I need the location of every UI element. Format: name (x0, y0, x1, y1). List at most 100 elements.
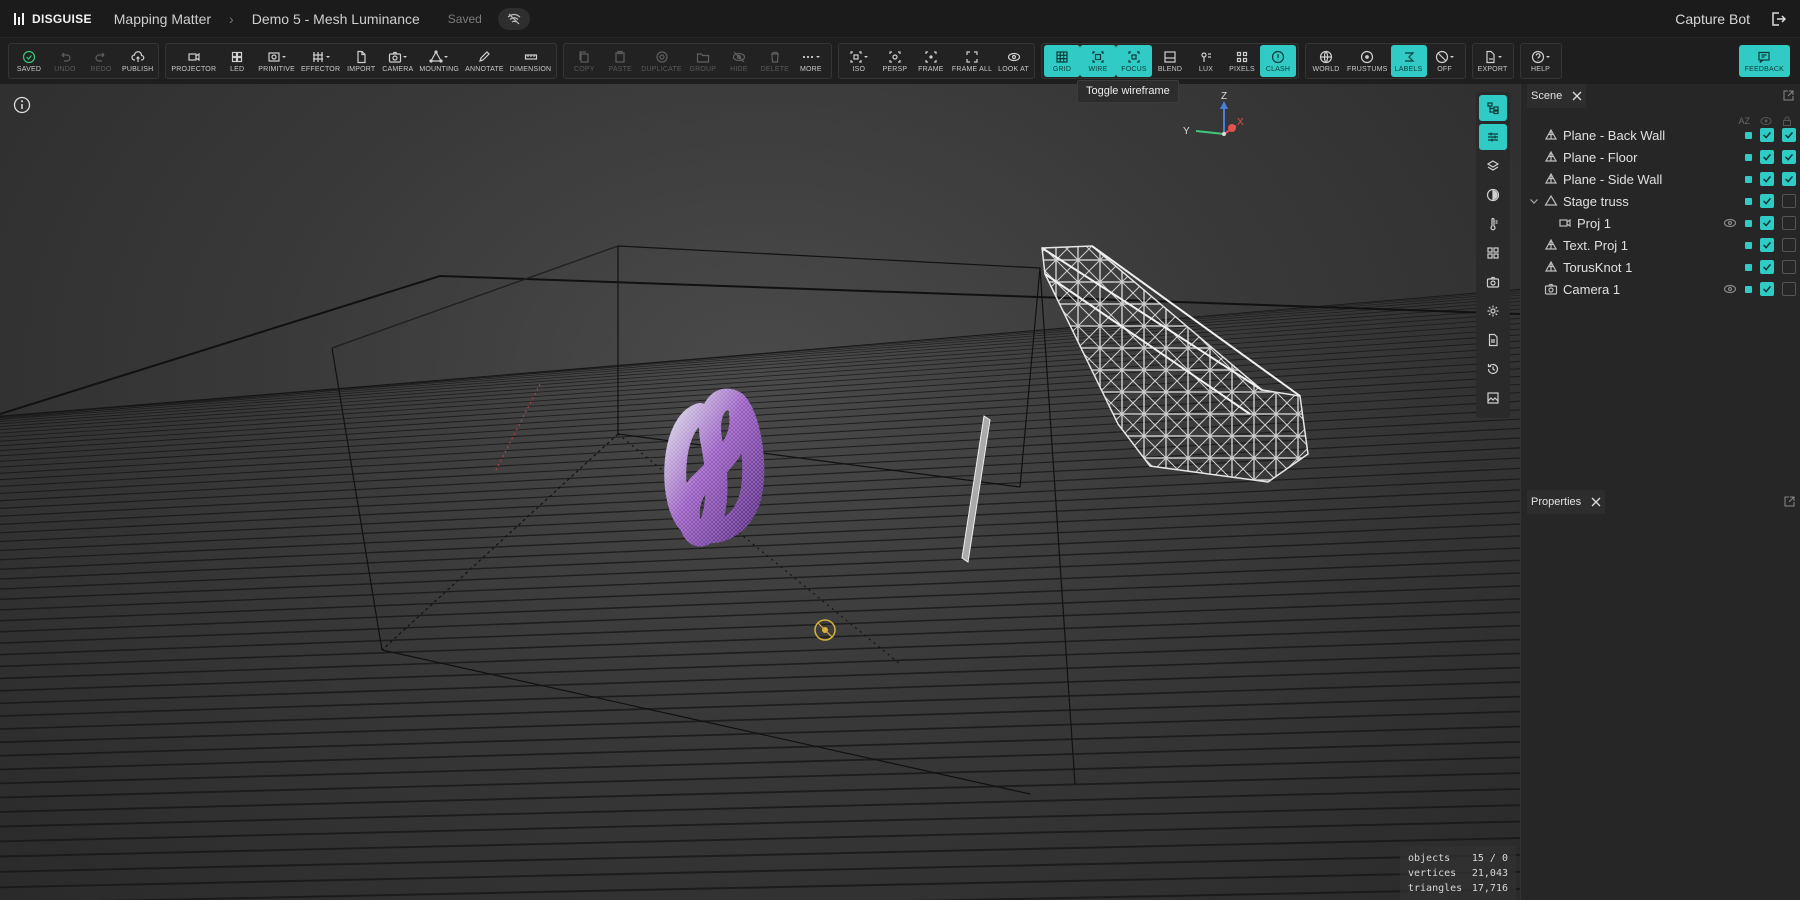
chevron-down-icon[interactable] (1527, 194, 1541, 208)
offline-toggle[interactable] (497, 7, 530, 30)
visible-checkbox[interactable] (1760, 150, 1774, 164)
export-button[interactable]: EXPORT (1475, 45, 1511, 77)
lock-checkbox[interactable] (1782, 238, 1796, 252)
tree-item-camera-1[interactable]: Camera 1 (1521, 278, 1800, 300)
color-swatch[interactable] (1745, 131, 1752, 139)
scene-tree-icon[interactable] (1479, 95, 1507, 121)
visible-checkbox[interactable] (1760, 128, 1774, 142)
close-icon[interactable] (1572, 91, 1582, 101)
sliders-icon[interactable] (1479, 124, 1507, 150)
history-icon[interactable] (1479, 356, 1507, 382)
dimension-button[interactable]: DIMENSION (507, 45, 554, 77)
color-swatch[interactable] (1745, 219, 1752, 227)
clash-button[interactable]: CLASH (1260, 45, 1297, 77)
lux-button[interactable]: LUX (1188, 45, 1224, 77)
duplicate-button[interactable]: DUPLICATE (638, 45, 685, 77)
blend-button[interactable]: BLEND (1152, 45, 1188, 77)
document-icon[interactable] (1479, 327, 1507, 353)
saved-button[interactable]: SAVED (11, 45, 47, 77)
focus-button[interactable]: FOCUS (1116, 45, 1153, 77)
publish-button[interactable]: PUBLISH (119, 45, 156, 77)
group-button[interactable]: GROUP (685, 45, 721, 77)
3d-viewport[interactable]: Z Y X objects 15 / 0 vertices 21,043 trian… (0, 84, 1520, 900)
visible-checkbox[interactable] (1760, 216, 1774, 230)
popout-icon[interactable] (1783, 90, 1794, 101)
popout-icon[interactable] (1784, 496, 1795, 507)
projector-button[interactable]: PROJECTOR (168, 45, 219, 77)
user-name[interactable]: Capture Bot (1675, 11, 1750, 27)
grid-apps-icon[interactable] (1479, 240, 1507, 266)
camera-button[interactable]: CAMERA (379, 45, 416, 77)
wire-button[interactable]: WIRE (1080, 45, 1117, 77)
visible-checkbox[interactable] (1760, 194, 1774, 208)
visible-checkbox[interactable] (1760, 238, 1774, 252)
mounting-button[interactable]: MOUNTING (416, 45, 462, 77)
color-swatch[interactable] (1745, 153, 1752, 161)
color-swatch[interactable] (1745, 197, 1752, 205)
effector-button[interactable]: EFFECTOR (298, 45, 343, 77)
eye-icon[interactable] (1723, 282, 1737, 296)
lock-checkbox[interactable] (1782, 128, 1796, 142)
settings-icon[interactable] (1479, 298, 1507, 324)
tab-properties[interactable]: Properties (1527, 490, 1606, 514)
paste-button[interactable]: PASTE (602, 45, 638, 77)
labels-button[interactable]: LABELS (1390, 45, 1427, 77)
color-swatch[interactable] (1745, 285, 1752, 293)
frame-button[interactable]: FRAME (913, 45, 949, 77)
redo-button[interactable]: REDO (83, 45, 119, 77)
thermometer-icon[interactable] (1479, 211, 1507, 237)
breadcrumb-scene[interactable]: Demo 5 - Mesh Luminance (252, 11, 420, 27)
lock-checkbox[interactable] (1782, 216, 1796, 230)
led-button[interactable]: LED (219, 45, 255, 77)
visible-checkbox[interactable] (1760, 260, 1774, 274)
info-icon[interactable] (13, 96, 31, 119)
tree-item-stage-truss[interactable]: Stage truss (1521, 190, 1800, 212)
tree-item-plane-floor[interactable]: Plane - Floor (1521, 146, 1800, 168)
contrast-icon[interactable] (1479, 182, 1507, 208)
color-swatch[interactable] (1745, 241, 1752, 249)
frustums-button[interactable]: FRUSTUMS (1344, 45, 1391, 77)
logo[interactable]: DISGUISE (14, 12, 92, 26)
eye-icon[interactable] (1723, 216, 1737, 230)
axis-gizmo[interactable]: Z Y X (1183, 91, 1244, 137)
frame-all-button[interactable]: FRAME ALL (949, 45, 995, 77)
help-button[interactable]: HELP (1523, 45, 1559, 77)
off-button[interactable]: OFF (1427, 45, 1463, 77)
undo-button[interactable]: UNDO (47, 45, 83, 77)
more-button[interactable]: MORE (793, 45, 829, 77)
primitive-button[interactable]: PRIMITIVE (255, 45, 298, 77)
image-icon[interactable] (1479, 385, 1507, 411)
camera-icon[interactable] (1479, 269, 1507, 295)
visible-checkbox[interactable] (1760, 282, 1774, 296)
tree-item-proj-1[interactable]: Proj 1 (1521, 212, 1800, 234)
persp-button[interactable]: PERSP (877, 45, 913, 77)
lock-checkbox[interactable] (1782, 282, 1796, 296)
lock-checkbox[interactable] (1782, 260, 1796, 274)
logout-icon[interactable] (1770, 11, 1786, 27)
tree-item-plane-back-wall[interactable]: Plane - Back Wall (1521, 124, 1800, 146)
hide-button[interactable]: HIDE (721, 45, 757, 77)
lock-checkbox[interactable] (1782, 194, 1796, 208)
breadcrumb-project[interactable]: Mapping Matter (114, 11, 211, 27)
copy-button[interactable]: COPY (566, 45, 602, 77)
color-swatch[interactable] (1745, 175, 1752, 183)
close-icon[interactable] (1591, 497, 1601, 507)
annotate-button[interactable]: ANNOTATE (462, 45, 507, 77)
lock-checkbox[interactable] (1782, 172, 1796, 186)
look-at-button[interactable]: LOOK AT (995, 45, 1032, 77)
projector-object[interactable] (961, 415, 991, 563)
lock-checkbox[interactable] (1782, 150, 1796, 164)
torus-knot-mesh[interactable] (664, 388, 765, 547)
tree-item-torusknot-1[interactable]: TorusKnot 1 (1521, 256, 1800, 278)
iso-button[interactable]: ISO (841, 45, 877, 77)
pixels-button[interactable]: PIXELS (1224, 45, 1260, 77)
color-swatch[interactable] (1745, 263, 1752, 271)
world-button[interactable]: WORLD (1308, 45, 1344, 77)
layers-icon[interactable] (1479, 153, 1507, 179)
visible-checkbox[interactable] (1760, 172, 1774, 186)
tab-scene[interactable]: Scene (1527, 84, 1587, 108)
feedback-button[interactable]: FEEDBACK (1738, 45, 1790, 77)
tree-item-plane-side-wall[interactable]: Plane - Side Wall (1521, 168, 1800, 190)
import-button[interactable]: IMPORT (343, 45, 379, 77)
delete-button[interactable]: DELETE (757, 45, 793, 77)
